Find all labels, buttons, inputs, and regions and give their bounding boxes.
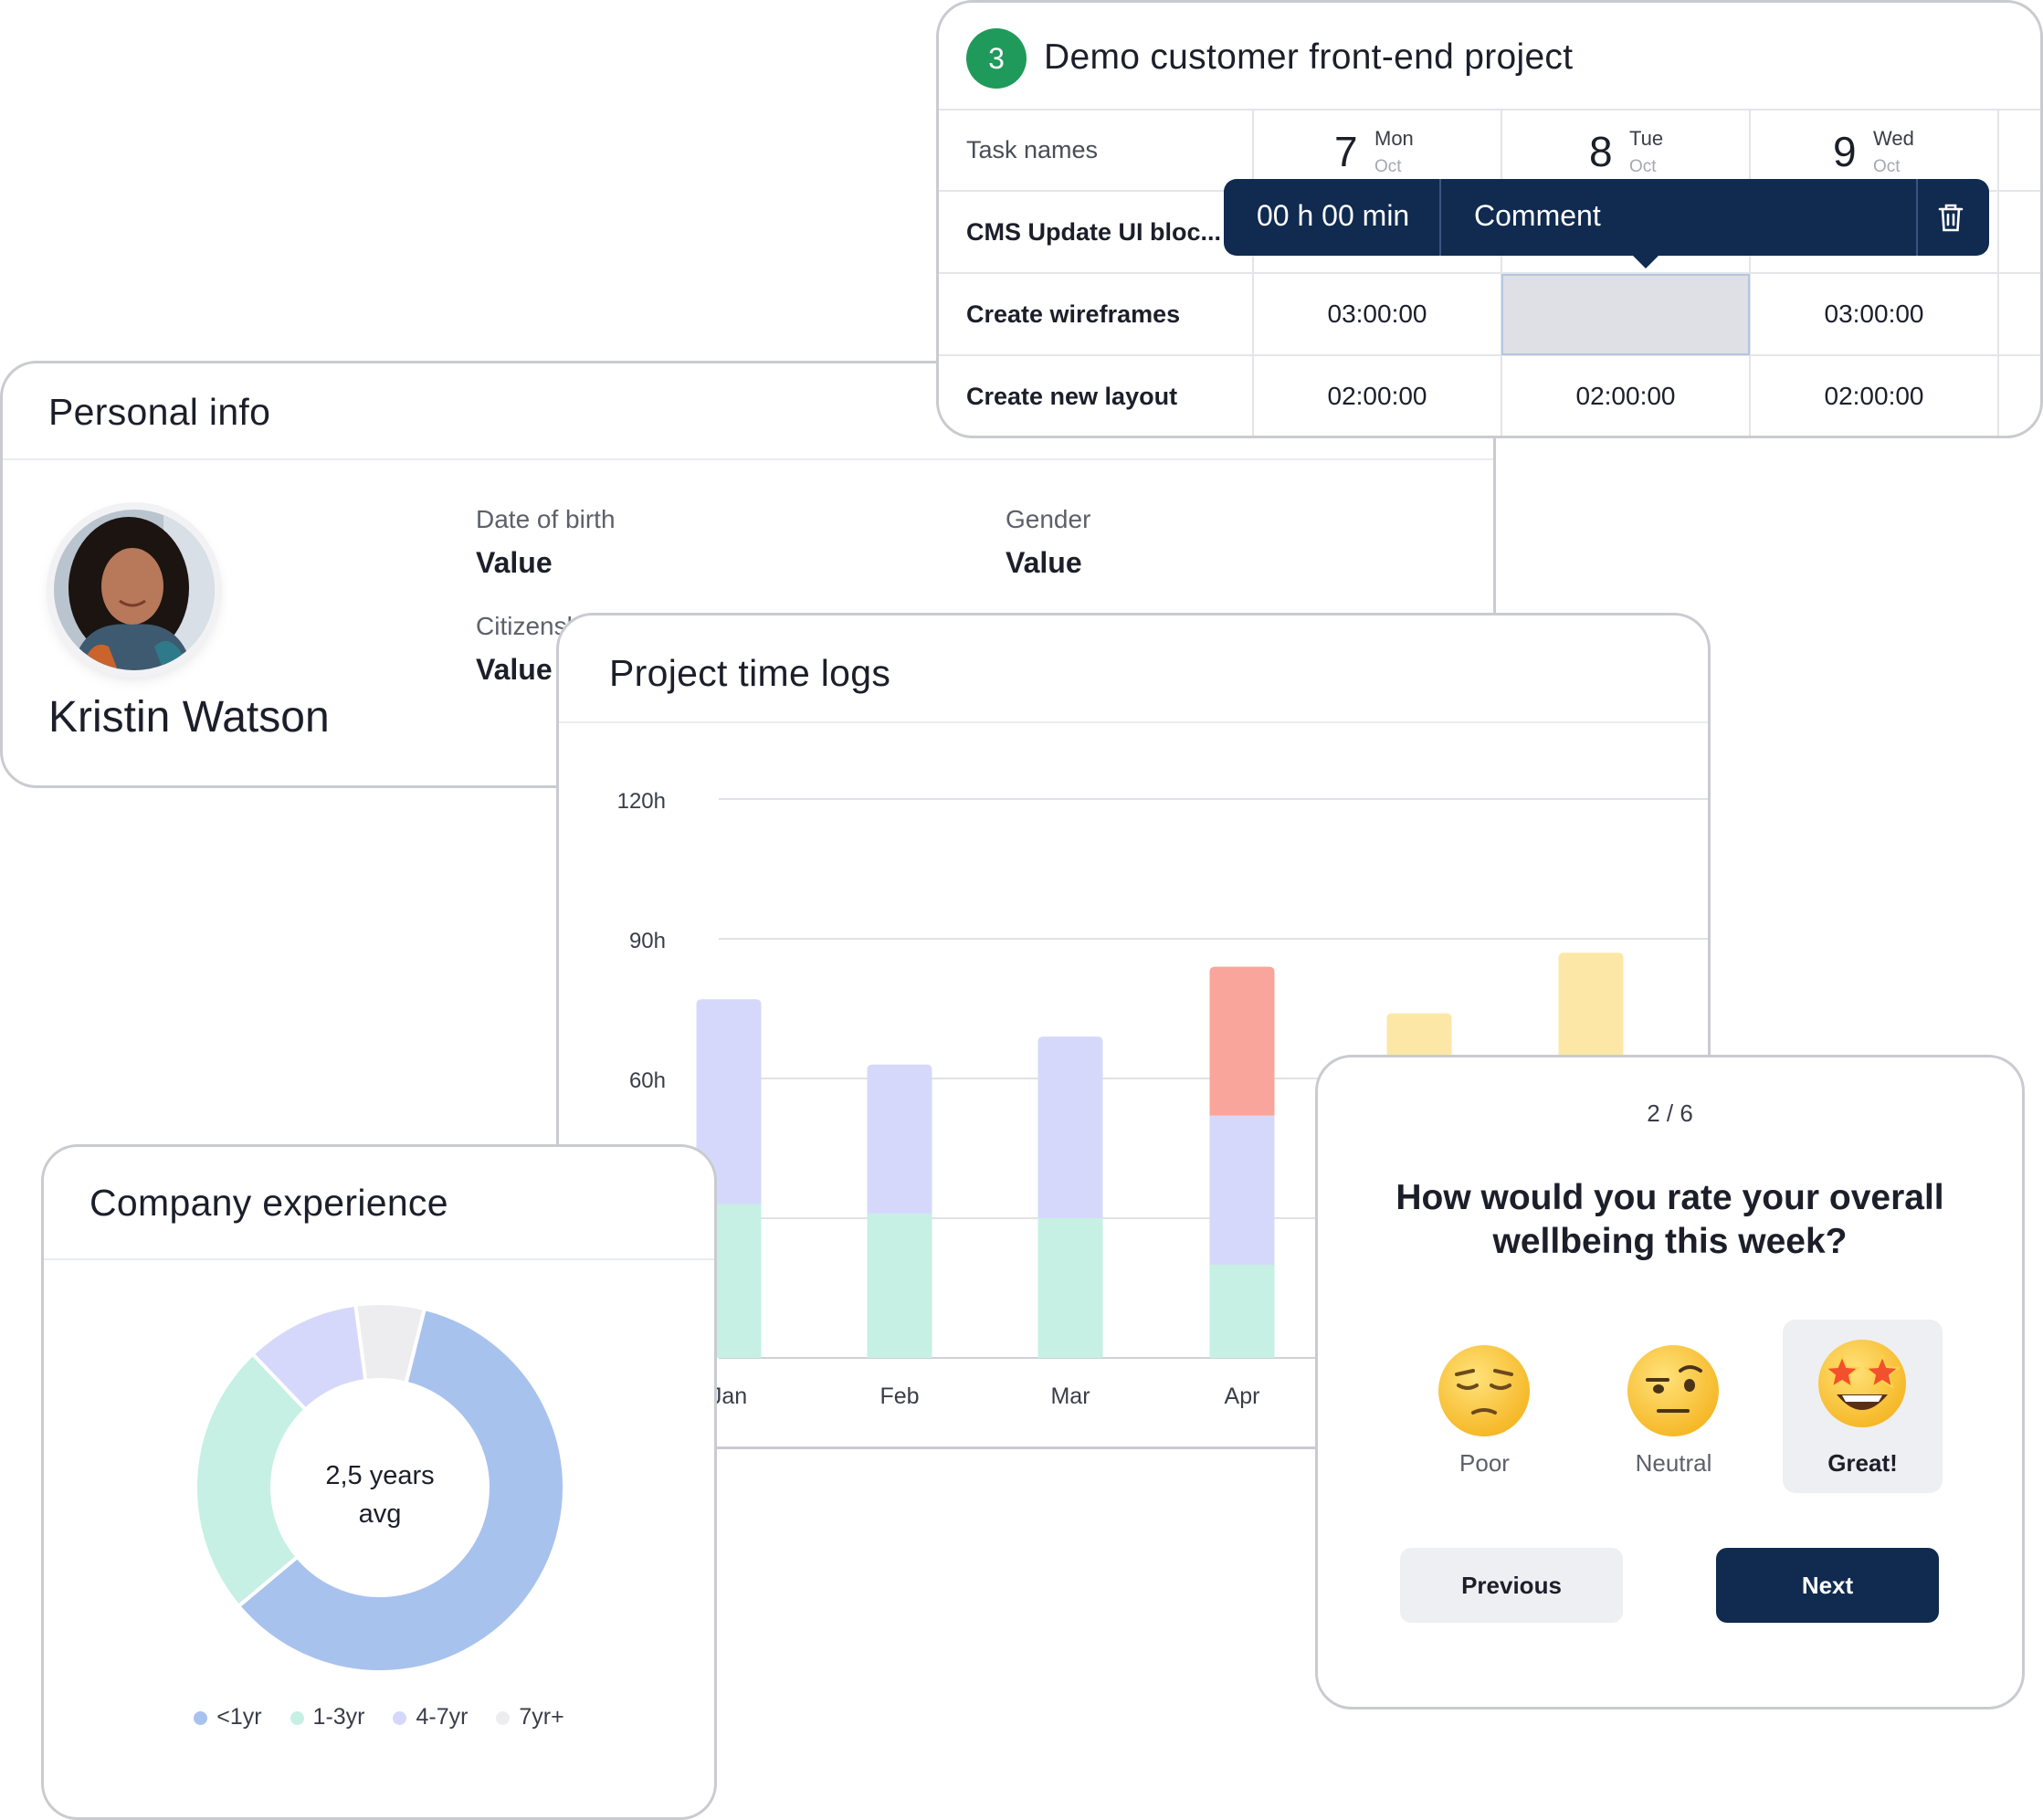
day-name: Tue <box>1629 127 1664 150</box>
legend-label: 1-3yr <box>312 1704 365 1730</box>
project-count-badge: 3 <box>966 28 1027 89</box>
time-cell[interactable]: 02:00:00 <box>1253 382 1501 411</box>
y-tick-label: 90h <box>629 929 666 953</box>
time-cell[interactable]: 02:00:00 <box>1750 382 1998 411</box>
chart-legend: <1yr 1-3yr 4-7yr 7yr+ <box>44 1704 714 1731</box>
gender-value: Value <box>1006 546 1082 579</box>
day-number: 9 <box>1833 128 1857 175</box>
task-names-header: Task names <box>966 136 1099 163</box>
person-name: Kristin Watson <box>48 693 330 742</box>
legend-dot <box>393 1710 407 1725</box>
donut-center-label: 2,5 years <box>325 1461 434 1490</box>
table-divider <box>939 109 2040 110</box>
personal-info-title: Personal info <box>48 391 271 433</box>
dob-value: Value <box>476 546 553 579</box>
company-experience-card: Company experience 2,5 years avg <1yr 1-3… <box>41 1144 717 1820</box>
option-label: Neutral <box>1635 1449 1712 1477</box>
x-tick-label: Feb <box>879 1383 919 1409</box>
x-tick-label: Apr <box>1225 1383 1260 1409</box>
legend-dot <box>496 1710 511 1725</box>
option-poor[interactable]: Poor <box>1405 1320 1564 1493</box>
option-great[interactable]: Great! <box>1783 1320 1943 1493</box>
legend-item: <1yr <box>194 1704 262 1731</box>
legend-label: 4-7yr <box>416 1704 469 1730</box>
legend-label: 7yr+ <box>519 1704 564 1730</box>
bar-segment <box>1209 1115 1275 1265</box>
trash-icon[interactable] <box>1932 199 1969 236</box>
time-cell[interactable]: 02:00:00 <box>1501 382 1750 411</box>
bar-segment <box>1037 1036 1103 1218</box>
comment-input[interactable]: Comment <box>1474 199 1601 233</box>
bar-segment <box>867 1213 932 1358</box>
legend-item: 4-7yr <box>393 1704 468 1731</box>
time-cell[interactable]: 03:00:00 <box>1253 300 1501 329</box>
wellbeing-survey-card: 2 / 6 How would you rate your overall we… <box>1315 1055 2025 1710</box>
y-tick-label: 120h <box>617 789 666 814</box>
divider <box>1916 179 1918 256</box>
raised-eyebrow-face-icon <box>1627 1345 1719 1436</box>
previous-button[interactable]: Previous <box>1400 1548 1623 1623</box>
task-name: Create new layout <box>966 383 1178 410</box>
popover-arrow <box>1631 254 1660 268</box>
day-number: 8 <box>1589 128 1613 175</box>
survey-question: How would you rate your overall wellbein… <box>1395 1178 1944 1261</box>
legend-dot <box>194 1710 208 1725</box>
table-divider <box>939 272 2040 274</box>
divider <box>1439 179 1441 256</box>
star-struck-face-icon <box>1818 1340 1906 1427</box>
donut-center-sublabel: avg <box>359 1499 402 1529</box>
option-label: Poor <box>1459 1449 1510 1477</box>
bar-segment <box>1209 966 1275 1116</box>
divider <box>3 458 1493 460</box>
option-label: Great! <box>1827 1449 1898 1477</box>
time-cell-selected[interactable] <box>1501 274 1750 355</box>
duration-input[interactable]: 00 h 00 min <box>1257 199 1409 233</box>
option-neutral[interactable]: Neutral <box>1594 1320 1753 1493</box>
time-entry-popover: 00 h 00 min Comment <box>1224 179 1989 268</box>
bar-segment <box>1209 1265 1275 1358</box>
day-name: Mon <box>1374 127 1414 150</box>
legend-item: 7yr+ <box>496 1704 564 1731</box>
time-cell[interactable]: 03:00:00 <box>1750 300 1998 329</box>
dob-label: Date of birth <box>476 505 616 533</box>
legend-label: <1yr <box>216 1704 262 1730</box>
next-button[interactable]: Next <box>1716 1548 1939 1623</box>
day-name: Wed <box>1873 127 1914 150</box>
pensive-face-icon <box>1438 1345 1530 1436</box>
table-divider <box>939 354 2040 356</box>
task-name: CMS Update UI bloc... <box>966 218 1222 246</box>
legend-item: 1-3yr <box>290 1704 365 1731</box>
avatar <box>54 510 215 670</box>
step-counter: 2 / 6 <box>1647 1099 1693 1127</box>
bar-segment <box>1037 1218 1103 1358</box>
timesheet-title: Demo customer front-end project <box>1044 37 1574 77</box>
day-month: Oct <box>1374 157 1402 176</box>
gender-label: Gender <box>1006 505 1091 533</box>
timesheet-card: 3 Demo customer front-end project Task n… <box>936 0 2043 438</box>
task-name: Create wireframes <box>966 300 1181 328</box>
y-tick-label: 60h <box>629 1068 666 1093</box>
day-number: 7 <box>1334 128 1358 175</box>
x-tick-label: Mar <box>1050 1383 1090 1409</box>
citizenship-value: Value <box>476 653 553 686</box>
legend-dot <box>290 1710 304 1725</box>
day-month: Oct <box>1873 157 1901 176</box>
bar-segment <box>867 1064 932 1214</box>
day-month: Oct <box>1629 157 1657 176</box>
